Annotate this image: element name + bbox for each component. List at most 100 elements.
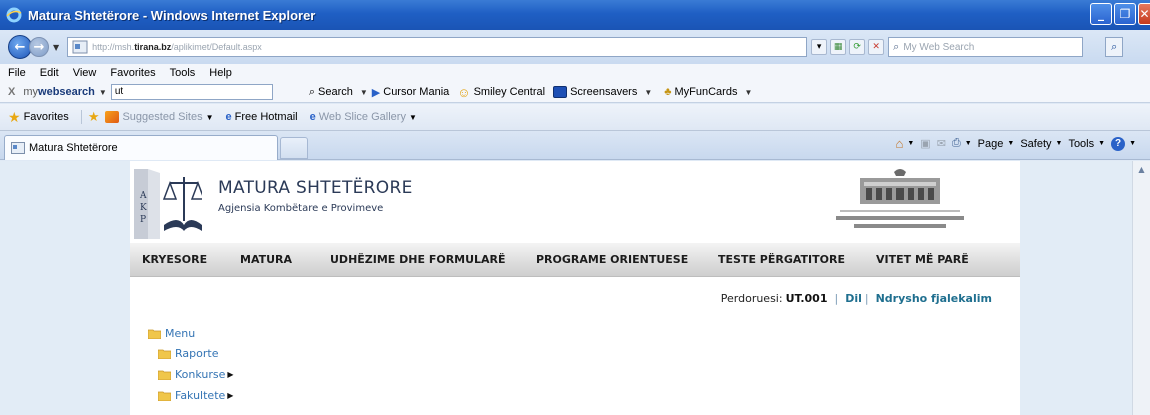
safety-menu[interactable]: Safety ▼ (1020, 138, 1062, 150)
tab-row: Matura Shtetërore ⌂ ▼ ▣ ✉ ⎙ ▼ Page ▼ Safety… (0, 131, 1150, 160)
nav-vitet[interactable]: VITET MË PARË (876, 253, 969, 266)
favorites-bar: ★ Favorites ★ Suggested Sites ▼ e Free H… (0, 104, 1150, 131)
page-favicon-icon (72, 40, 88, 54)
restore-button[interactable]: ❐ (1114, 3, 1136, 25)
tools-menu[interactable]: Tools ▼ (1068, 138, 1105, 150)
page-menu[interactable]: Page ▼ (978, 138, 1015, 150)
add-favorite-icon[interactable]: ★ (88, 109, 100, 125)
logo-letter-p: P (140, 215, 147, 225)
vertical-scrollbar[interactable]: ▲ (1132, 161, 1150, 415)
magnifier-icon: ⌕ (1111, 40, 1118, 53)
web-search-input[interactable]: ⌕ My Web Search (888, 37, 1084, 57)
mywebsearch-toolbar: X mywebsearch ▼ ut ⌕ Search ▼ ▶ Cursor M… (0, 82, 1150, 103)
help-icon: ? (1111, 136, 1126, 151)
user-info: Perdoruesi: UT.001 | Dil | Ndrysho fjale… (720, 292, 992, 305)
compatibility-icon[interactable]: ▦ (830, 39, 847, 55)
logout-link[interactable]: Dil (845, 292, 862, 305)
link-smiley-central[interactable]: ☺ Smiley Central (457, 85, 545, 100)
menu-view[interactable]: View (73, 67, 97, 79)
nav-udhezime[interactable]: UDHËZIME DHE FORMULARË (330, 253, 506, 266)
forward-button[interactable]: → (29, 37, 49, 57)
folder-icon (148, 329, 161, 339)
menu-favorites[interactable]: Favorites (110, 67, 155, 79)
menu-bar: File Edit View Favorites Tools Help (0, 64, 1150, 82)
home-icon: ⌂ (895, 136, 904, 151)
address-url: http://msh.tirana.bz/aplikimet/Default.a… (92, 42, 262, 52)
menu-edit[interactable]: Edit (40, 67, 59, 79)
site-header: A K P MATURA SHTETËRORE Agjensia Kombëta… (130, 161, 1020, 241)
window-title: Matura Shtetërore - Windows Internet Exp… (28, 7, 316, 23)
address-bar[interactable]: http://msh.tirana.bz/aplikimet/Default.a… (67, 37, 808, 57)
read-mail-button[interactable]: ✉ (937, 137, 946, 150)
nav-kryesore[interactable]: KRYESORE (142, 253, 207, 266)
page-favicon-icon (11, 142, 25, 154)
nav-matura[interactable]: MATURA (240, 253, 292, 266)
free-hotmail[interactable]: e Free Hotmail (226, 111, 298, 123)
site-page: A K P MATURA SHTETËRORE Agjensia Kombëta… (130, 161, 1020, 415)
window-controls: _ ❐ ✕ (1090, 3, 1150, 25)
link-screensavers[interactable]: Screensavers ▼ (553, 86, 656, 98)
suggested-sites[interactable]: Suggested Sites ▼ (105, 111, 214, 123)
mywebsearch-input[interactable]: ut (110, 84, 273, 100)
favorites-star-icon[interactable]: ★ (8, 109, 21, 126)
suggested-sites-icon (105, 111, 120, 123)
smiley-icon: ☺ (457, 84, 471, 100)
menu-file[interactable]: File (8, 67, 26, 79)
feeds-button[interactable]: ▣ (920, 137, 930, 150)
toolbar-close-icon[interactable]: X (8, 86, 15, 98)
expand-arrow-icon[interactable]: ▶ (227, 391, 233, 400)
user-value: UT.001 (785, 292, 828, 305)
search-icon: ⌕ (308, 85, 315, 98)
folder-icon (158, 391, 171, 401)
history-dropdown-icon[interactable]: ▼ (53, 43, 59, 52)
folder-icon (158, 370, 171, 380)
ie-page-icon: e (225, 111, 232, 123)
link-myfuncards[interactable]: ♣ MyFunCards ▼ (664, 86, 756, 98)
home-button[interactable]: ⌂ ▼ (896, 136, 915, 151)
address-dropdown-icon[interactable]: ▾ (811, 39, 828, 55)
scroll-up-icon[interactable]: ▲ (1133, 165, 1150, 174)
search-icon: ⌕ (893, 40, 900, 53)
card-icon: ♣ (664, 86, 672, 98)
change-password-link[interactable]: Ndrysho fjalekalim (876, 292, 992, 305)
screensaver-icon (553, 86, 568, 98)
expand-arrow-icon[interactable]: ▶ (227, 370, 233, 379)
search-go-button[interactable]: ⌕ (1105, 37, 1124, 57)
folder-icon (158, 349, 171, 359)
new-tab-button[interactable] (280, 137, 308, 159)
tree-node-raporte[interactable]: Raporte (158, 347, 218, 360)
site-title: MATURA SHTETËRORE (218, 178, 413, 198)
nav-programe[interactable]: PROGRAME ORIENTUESE (536, 253, 688, 266)
myfuncards-dropdown-icon[interactable]: ▼ (744, 88, 752, 97)
logo-letter-a: A (140, 191, 147, 201)
print-button[interactable]: ⎙ ▼ (952, 137, 972, 150)
close-button[interactable]: ✕ (1138, 3, 1150, 25)
help-button[interactable]: ? ▼ (1111, 136, 1136, 151)
logo-letter-k: K (140, 203, 147, 213)
mywebsearch-search-button[interactable]: ⌕ Search ▼ (309, 86, 372, 99)
tab-matura[interactable]: Matura Shtetërore (4, 135, 278, 160)
ministry-logo (836, 169, 964, 228)
refresh-icon[interactable]: ⟳ (849, 39, 866, 55)
stop-icon[interactable]: ✕ (868, 39, 885, 55)
favorites-label[interactable]: Favorites (24, 111, 69, 123)
tree-node-menu[interactable]: Menu (148, 327, 195, 340)
search-dropdown-icon[interactable]: ▼ (360, 88, 368, 97)
menu-help[interactable]: Help (209, 67, 232, 79)
tree-node-fakultete[interactable]: Fakultete ▶ (158, 389, 233, 402)
web-slice-dropdown-icon[interactable]: ▼ (409, 113, 417, 122)
nav-teste[interactable]: TESTE PËRGATITORE (718, 253, 845, 266)
link-cursor-mania[interactable]: ▶ Cursor Mania (372, 86, 450, 99)
mail-icon: ✉ (936, 138, 946, 150)
menu-tools[interactable]: Tools (170, 67, 196, 79)
mywebsearch-brand[interactable]: mywebsearch (23, 86, 95, 98)
suggested-sites-dropdown-icon[interactable]: ▼ (206, 113, 214, 122)
site-subtitle: Agjensia Kombëtare e Provimeve (218, 203, 384, 214)
printer-icon: ⎙ (951, 137, 961, 149)
screensavers-dropdown-icon[interactable]: ▼ (644, 88, 652, 97)
tree-node-konkurse[interactable]: Konkurse ▶ (158, 368, 234, 381)
web-slice-gallery[interactable]: e Web Slice Gallery ▼ (310, 111, 417, 123)
address-tools: ▾ ▦ ⟳ ✕ (811, 39, 885, 55)
minimize-button[interactable]: _ (1090, 3, 1112, 25)
brand-dropdown-icon[interactable]: ▼ (99, 88, 107, 97)
